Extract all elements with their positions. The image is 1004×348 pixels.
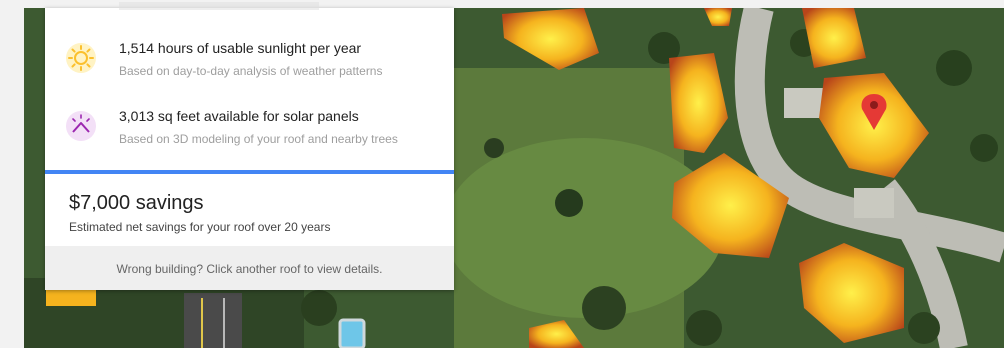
wrong-building-text: Wrong building? Click another roof to vi… (116, 262, 383, 276)
wrong-building-footer[interactable]: Wrong building? Click another roof to vi… (45, 246, 454, 290)
clipped-previous-row (119, 2, 319, 10)
sunlight-hours-subtitle: Based on day-to-day analysis of weather … (119, 64, 383, 78)
sunlight-hours-text: 1,514 hours of usable sunlight per year (119, 40, 362, 56)
accent-divider (45, 170, 454, 174)
roof-icon (66, 111, 96, 141)
roof-area-text: 3,013 sq feet available for solar panels (119, 108, 359, 124)
solar-info-card: 1,514 hours of usable sunlight per year … (45, 2, 454, 290)
savings-amount: $7,000 savings (69, 192, 204, 214)
roof-area-subtitle: Based on 3D modeling of your roof and ne… (119, 132, 398, 146)
sun-icon (66, 43, 96, 73)
roof-area-row: 3,013 sq feet available for solar panels… (45, 108, 454, 158)
savings-subtitle: Estimated net savings for your roof over… (69, 220, 331, 234)
sunlight-row: 1,514 hours of usable sunlight per year … (45, 40, 454, 90)
